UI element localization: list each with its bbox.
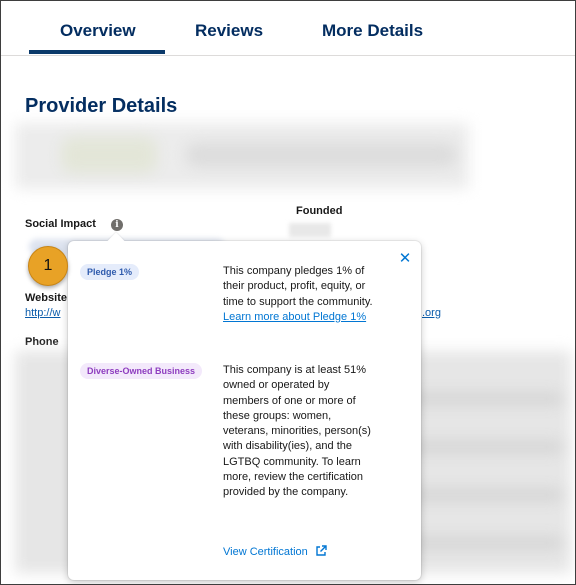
pledge-description: This company pledges 1% of their product… [223,264,373,325]
app-frame: Overview Reviews More Details Provider D… [0,0,576,585]
pledge-text: This company pledges 1% of their product… [223,265,373,308]
blurred-row [401,393,561,405]
tab-reviews[interactable]: Reviews [195,21,263,41]
diverse-owned-badge: Diverse-Owned Business [80,363,203,379]
website-link-suffix[interactable]: .org [422,307,441,319]
blurred-row [401,537,561,549]
blurred-company-name [186,143,456,167]
external-link-icon [316,545,327,556]
learn-more-link[interactable]: Learn more about Pledge 1% [223,311,366,323]
tab-more-details[interactable]: More Details [322,21,423,41]
phone-label: Phone [25,336,59,348]
tab-bar: Overview Reviews More Details [1,1,575,56]
page-title: Provider Details [25,95,178,117]
view-certification-label: View Certification [223,546,308,558]
step-badge: 1 [28,246,68,286]
social-impact-label: Social Impact [25,218,96,230]
pledge-badge: Pledge 1% [80,264,140,280]
blurred-row [401,489,561,501]
website-link[interactable]: http://w [25,307,60,319]
tab-overview[interactable]: Overview [60,21,136,41]
view-certification-link[interactable]: View Certification [223,545,327,558]
founded-label: Founded [296,205,343,217]
social-impact-popover: ✕ Pledge 1% This company pledges 1% of t… [68,232,421,580]
blurred-row [401,441,561,453]
popover-pointer [107,232,125,250]
info-icon[interactable]: i [111,219,123,231]
website-label: Website [25,292,67,304]
active-tab-indicator [29,50,165,54]
blurred-logo [61,137,157,173]
close-icon[interactable]: ✕ [398,251,412,266]
diverse-owned-description: This company is at least 51% owned or op… [223,364,371,499]
blurred-founded-value [289,223,331,237]
